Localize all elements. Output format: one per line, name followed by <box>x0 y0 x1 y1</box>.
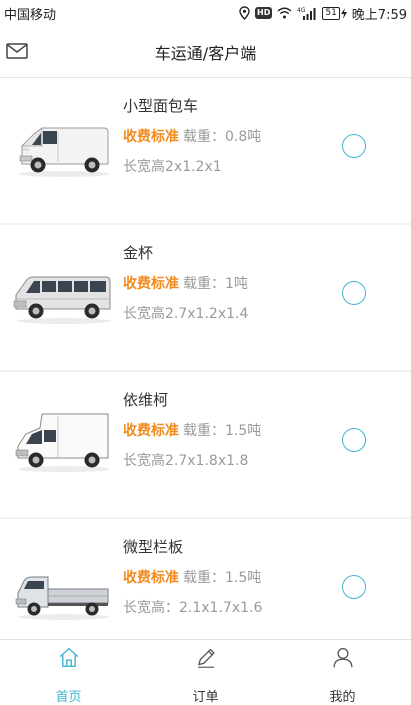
fee-row: 收费标准 载重：0.8吨 <box>123 126 261 146</box>
vehicle-card[interactable]: 微型栏板 收费标准 载重：1.5吨 长宽高：2.1x1.7x1.6 <box>0 519 411 638</box>
vehicle-dimensions: 长宽高2.7x1.2x1.4 <box>123 306 249 322</box>
vehicle-dimensions: 长宽高2.7x1.8x1.8 <box>123 453 249 469</box>
vehicle-dimensions: 长宽高：2.1x1.7x1.6 <box>123 600 263 616</box>
tab-profile[interactable]: 我的 <box>274 640 411 705</box>
page-title: 车运通/客户端 <box>154 43 257 63</box>
signal-icon: 4G <box>297 7 316 20</box>
vehicle-name: 依维柯 <box>123 391 169 409</box>
minivan-image <box>18 127 110 177</box>
battery-level: 51 <box>322 6 340 20</box>
status-icons: HD 4G 51 晚上7:59 <box>239 4 407 23</box>
battery-indicator: 51 <box>322 6 347 20</box>
load-value: 1吨 <box>225 276 248 292</box>
vehicle-list[interactable]: 小型面包车 收费标准 载重：0.8吨 长宽高2x1.2x1 金杯 收费标准 载重：1… <box>0 78 411 638</box>
tab-label: 首页 <box>55 690 82 705</box>
tab-orders[interactable]: 订单 <box>137 640 274 705</box>
carrier-label: 中国移动 <box>4 7 57 23</box>
vehicle-card[interactable]: 小型面包车 收费标准 载重：0.8吨 长宽高2x1.2x1 <box>0 78 411 223</box>
app-header: 车运通/客户端 <box>0 26 411 78</box>
pencil-icon <box>197 648 215 668</box>
svg-text:4G: 4G <box>297 7 306 14</box>
load-label: 载重： <box>183 570 225 586</box>
clock: 晚上7:59 <box>351 7 407 23</box>
fee-row: 收费标准 载重：1.5吨 <box>123 567 261 587</box>
cargo-van-image <box>15 413 110 472</box>
select-radio[interactable] <box>342 281 366 305</box>
location-icon <box>239 6 250 20</box>
fee-standard-link[interactable]: 收费标准 <box>123 570 179 586</box>
fee-standard-link[interactable]: 收费标准 <box>123 276 179 292</box>
bottom-tab-bar: 首页 订单 我的 <box>0 639 411 705</box>
vehicle-card[interactable]: 依维柯 收费标准 载重：1.5吨 长宽高2.7x1.8x1.8 <box>0 372 411 517</box>
wifi-icon <box>277 7 292 19</box>
tab-label: 订单 <box>192 690 219 705</box>
mail-icon[interactable] <box>6 41 28 61</box>
fee-row: 收费标准 载重：1吨 <box>123 273 248 293</box>
vehicle-name: 小型面包车 <box>123 97 199 115</box>
hd-badge: HD <box>255 7 273 19</box>
fee-row: 收费标准 载重：1.5吨 <box>123 420 261 440</box>
load-value: 1.5吨 <box>225 570 262 586</box>
vehicle-name: 微型栏板 <box>123 538 184 556</box>
load-label: 载重： <box>183 129 225 145</box>
vehicle-dimensions: 长宽高2x1.2x1 <box>123 159 222 175</box>
pickup-truck-image <box>15 576 110 620</box>
vehicle-card[interactable]: 金杯 收费标准 载重：1吨 长宽高2.7x1.2x1.4 <box>0 225 411 370</box>
load-label: 载重： <box>183 276 225 292</box>
charging-icon <box>340 7 347 19</box>
fee-standard-link[interactable]: 收费标准 <box>123 129 179 145</box>
tab-home[interactable]: 首页 <box>0 640 137 705</box>
load-label: 载重： <box>183 423 225 439</box>
home-icon <box>59 647 78 668</box>
fee-standard-link[interactable]: 收费标准 <box>123 423 179 439</box>
tab-label: 我的 <box>329 690 356 705</box>
load-value: 1.5吨 <box>225 423 262 439</box>
status-bar: 中国移动 HD 4G 51 晚上7:59 <box>0 0 411 26</box>
select-radio[interactable] <box>342 134 366 158</box>
select-radio[interactable] <box>342 428 366 452</box>
load-value: 0.8吨 <box>225 129 262 145</box>
vehicle-name: 金杯 <box>123 244 154 262</box>
user-icon <box>332 647 353 668</box>
van-image <box>13 276 111 324</box>
select-radio[interactable] <box>342 575 366 599</box>
